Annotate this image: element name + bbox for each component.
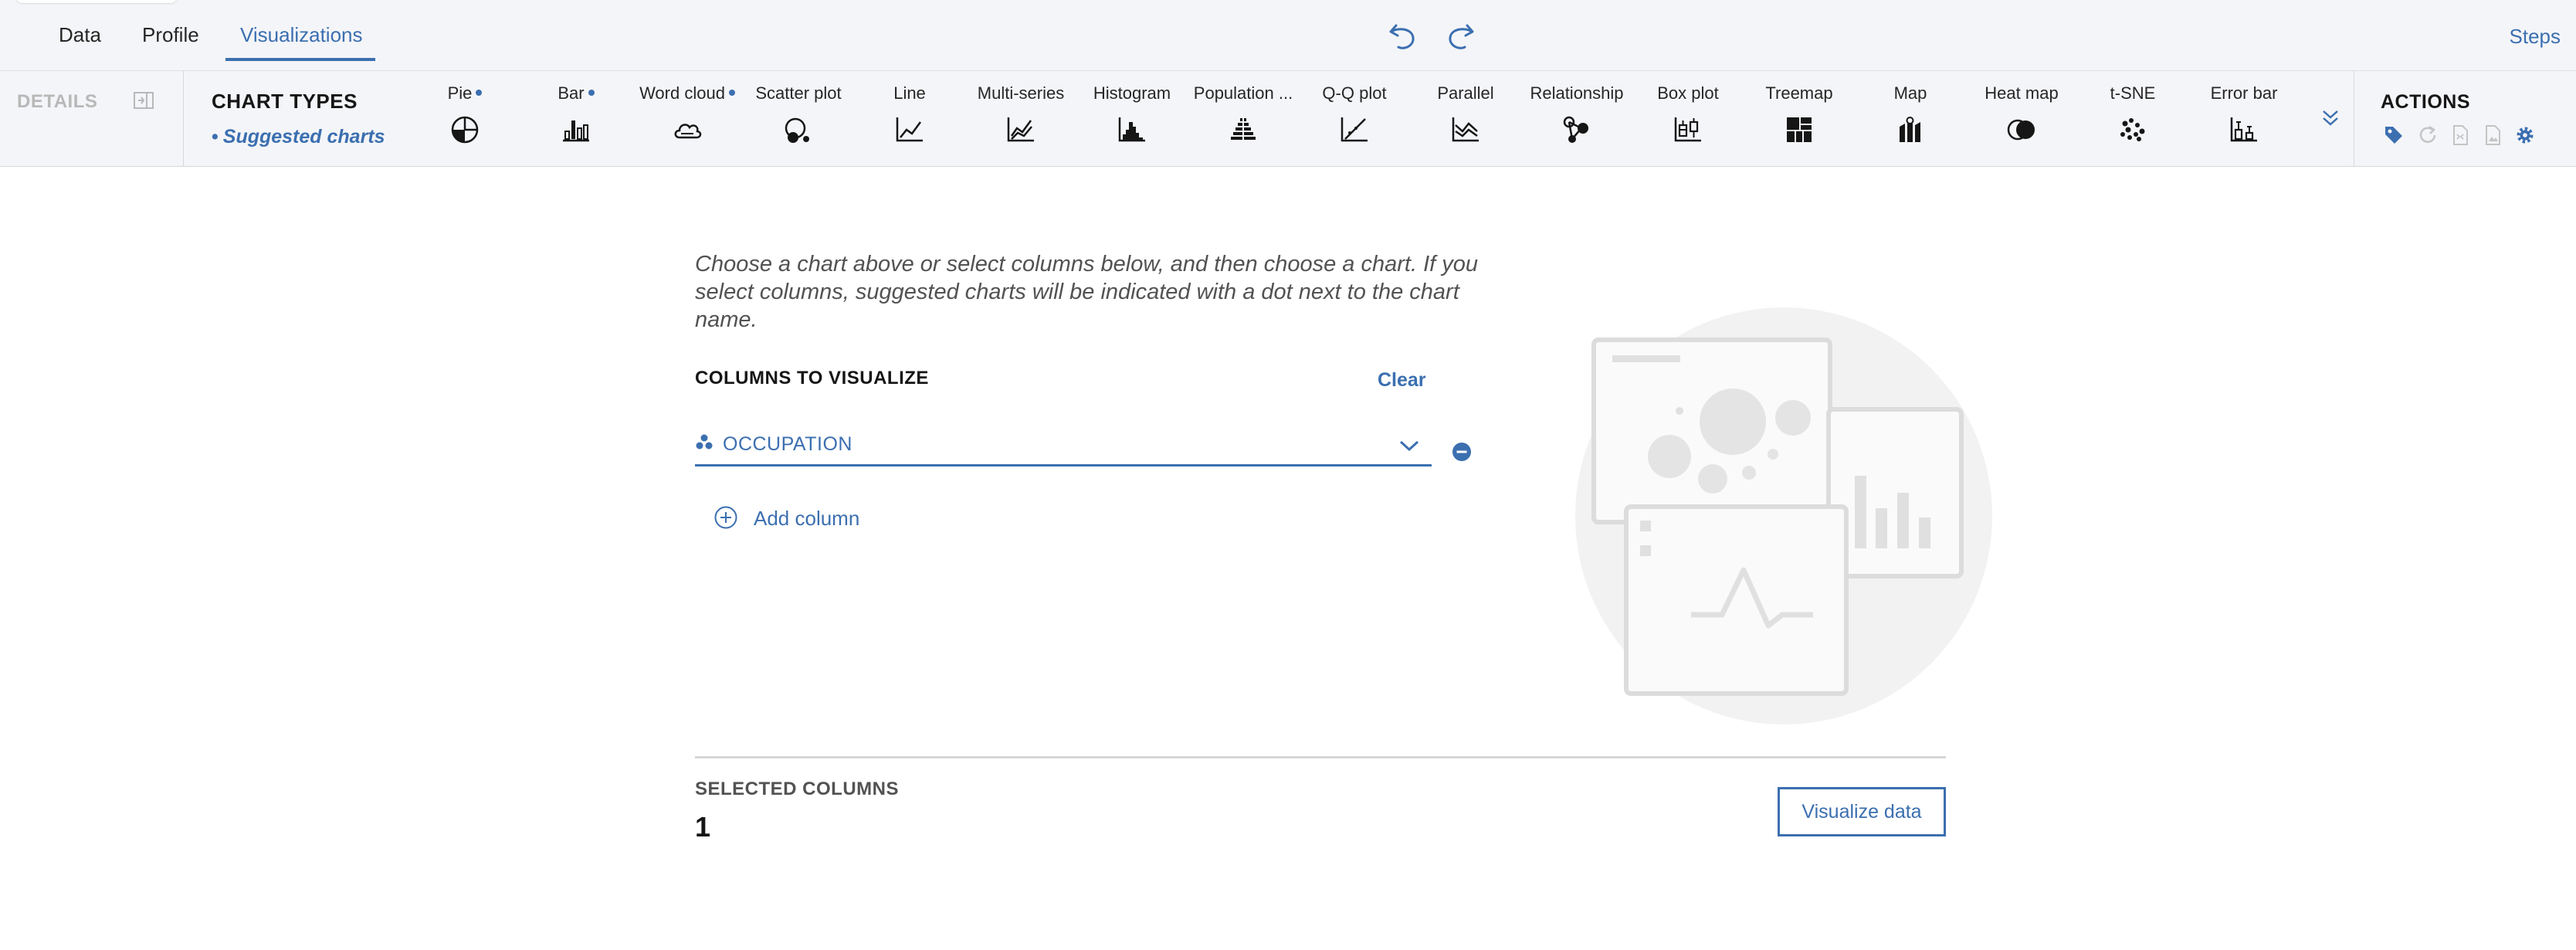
suggested-dot (728, 90, 735, 96)
chart-type-label: Error bar (2210, 83, 2278, 103)
chart-type-scatter-plot[interactable]: Scatter plot (741, 82, 856, 159)
map-icon (1900, 117, 1920, 142)
intro-text: Choose a chart above or select columns b… (695, 252, 1478, 332)
selected-columns-heading: SELECTED COLUMNS (695, 779, 900, 799)
export-image-icon[interactable] (2481, 124, 2504, 147)
tsne-icon (2120, 118, 2145, 141)
tab-profile[interactable]: Profile (142, 23, 199, 47)
column-select-value: OCCUPATION (723, 433, 852, 455)
chart-type-label: Pie (447, 83, 473, 103)
chart-type-bar[interactable]: Bar (518, 82, 634, 159)
window-notch (15, 0, 178, 3)
line-chart-icon (896, 117, 923, 142)
more-charts-chevron-icon[interactable] (2317, 105, 2344, 133)
histogram-icon (1118, 117, 1145, 142)
empty-state-illustration (1575, 307, 1992, 724)
actions-label: ACTIONS (2381, 91, 2470, 113)
add-column-label: Add column (754, 507, 860, 530)
chart-type-label: Scatter plot (755, 83, 842, 103)
categorical-column-icon (696, 434, 713, 450)
chart-type-label: Relationship (1530, 83, 1624, 103)
column-select[interactable]: OCCUPATION (695, 428, 1432, 467)
chart-type-pie[interactable]: Pie (407, 82, 523, 159)
chart-type-error-bar[interactable]: Error bar (2186, 82, 2302, 159)
box-plot-icon (1674, 117, 1701, 142)
pie-chart-icon (451, 116, 479, 144)
chart-type-treemap[interactable]: Treemap (1741, 82, 1857, 159)
visualize-data-button[interactable]: Visualize data (1778, 787, 1946, 836)
clear-button[interactable]: Clear (1378, 369, 1426, 392)
columns-to-visualize-heading: COLUMNS TO VISUALIZE (695, 368, 929, 388)
suggested-dot (588, 90, 595, 96)
chart-type-multi-series[interactable]: Multi-series (963, 82, 1079, 159)
relationship-icon (1563, 116, 1588, 143)
chart-type-label: Histogram (1093, 83, 1171, 103)
section-divider (695, 756, 1946, 758)
word-cloud-icon (674, 124, 702, 139)
details-label: DETAILS (17, 91, 98, 112)
chart-type-box-plot[interactable]: Box plot (1630, 82, 1746, 159)
population-pyramid-icon (1231, 117, 1256, 141)
chart-type-label: Multi-series (977, 83, 1065, 103)
suggested-charts-link[interactable]: • Suggested charts (212, 126, 385, 148)
chart-type-relationship[interactable]: Relationship (1519, 82, 1635, 159)
qq-plot-icon (1341, 117, 1368, 142)
export-document-icon[interactable] (2449, 124, 2472, 147)
chart-type-label: Q-Q plot (1322, 83, 1387, 103)
scatter-plot-icon (785, 117, 809, 143)
multi-series-icon (1007, 117, 1034, 142)
selected-columns-count: 1 (695, 811, 711, 843)
add-circle-icon (714, 506, 737, 529)
chart-type-label: Word cloud (639, 83, 725, 103)
chart-type-heat-map[interactable]: Heat map (1964, 82, 2079, 159)
top-nav: Data Profile Visualizations Steps (0, 0, 2576, 71)
chart-type-map[interactable]: Map (1852, 82, 1968, 159)
bar-chart-icon (563, 120, 589, 142)
chart-type-label: Line (893, 83, 926, 103)
steps-link[interactable]: Steps (2510, 25, 2561, 49)
chart-toolbar: DETAILS CHART TYPES • Suggested charts Pi… (0, 71, 2576, 167)
treemap-icon (1787, 117, 1812, 142)
actions-panel: ACTIONS (2354, 71, 2576, 167)
expand-panel-icon[interactable] (133, 90, 154, 111)
refresh-icon[interactable] (2416, 124, 2439, 147)
chart-types-header: CHART TYPES • Suggested charts (212, 90, 385, 148)
redo-icon (1449, 24, 1474, 49)
tab-visualizations[interactable]: Visualizations (240, 23, 363, 47)
active-tab-indicator (225, 58, 375, 61)
chart-type-label: t-SNE (2110, 83, 2156, 103)
tag-icon[interactable] (2382, 124, 2405, 147)
chevron-down-icon[interactable] (1399, 439, 1419, 453)
settings-gear-icon[interactable] (2513, 124, 2537, 147)
details-panel: DETAILS (0, 71, 184, 167)
undo-icon (1389, 24, 1415, 49)
suggested-dot (476, 90, 483, 96)
error-bar-icon (2230, 117, 2257, 142)
chart-type-line[interactable]: Line (852, 82, 968, 159)
remove-column-icon[interactable] (1452, 442, 1472, 462)
parallel-icon (1452, 117, 1479, 142)
chart-type-parallel[interactable]: Parallel (1408, 82, 1524, 159)
chart-type-qq-plot[interactable]: Q-Q plot (1296, 82, 1412, 159)
chart-type-label: Box plot (1657, 83, 1719, 103)
chart-type-label: Treemap (1765, 83, 1833, 103)
chart-type-label: Population ... (1193, 83, 1293, 103)
redo-button[interactable] (1441, 15, 1481, 56)
chart-types-label: CHART TYPES (212, 90, 358, 113)
heat-map-icon (2007, 119, 2035, 141)
chart-type-tsne[interactable]: t-SNE (2075, 82, 2191, 159)
chart-type-histogram[interactable]: Histogram (1074, 82, 1190, 159)
tab-data[interactable]: Data (59, 23, 101, 47)
chart-type-label: Heat map (1985, 83, 2059, 103)
chart-type-label: Bar (558, 83, 585, 103)
chart-type-label: Parallel (1437, 83, 1494, 103)
undo-button[interactable] (1382, 15, 1422, 56)
chart-type-word-cloud[interactable]: Word cloud (629, 82, 745, 159)
chart-type-population-pyramid[interactable]: Population ... (1185, 82, 1301, 159)
chart-type-label: Map (1893, 83, 1927, 103)
suggested-charts-label: Suggested charts (222, 126, 385, 148)
